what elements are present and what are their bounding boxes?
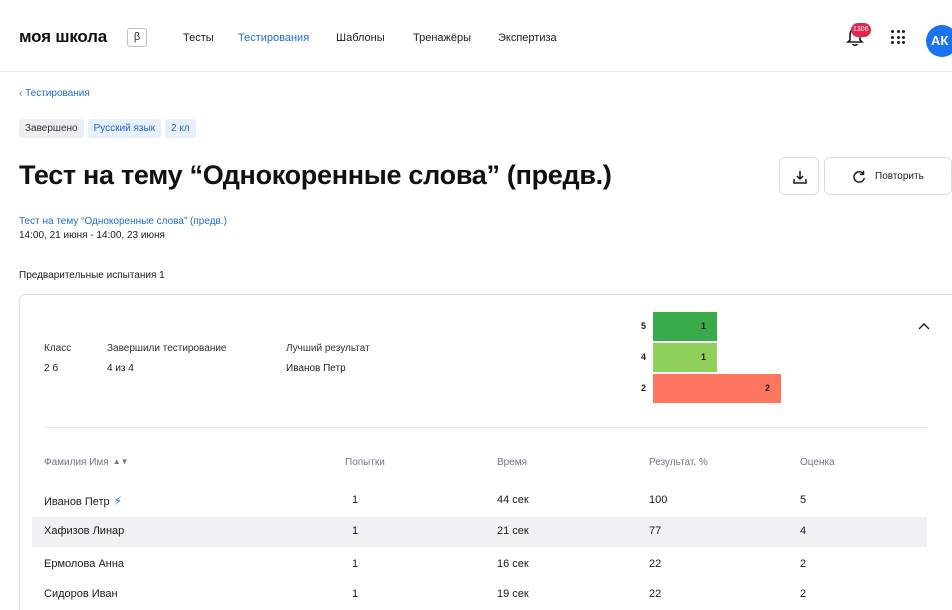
best-result-label: Лучший результат xyxy=(286,343,370,354)
section-label: Предварительные испытания 1 xyxy=(19,270,165,281)
attempts-cell: 1 xyxy=(352,525,359,537)
student-name: Ермолова Анна xyxy=(44,558,125,570)
column-header-name[interactable]: Фамилия Имя ▲▼ xyxy=(44,457,129,468)
result-cell: 22 xyxy=(649,588,662,600)
chevron-up-icon[interactable] xyxy=(917,321,931,331)
divider xyxy=(44,427,928,428)
grade-level-tag: 2 кл xyxy=(165,119,196,138)
repeat-button-label: Повторить xyxy=(875,171,924,182)
time-cell: 16 сек xyxy=(497,558,529,570)
notification-count-badge: 1306 xyxy=(851,23,871,37)
best-result-value: Иванов Петр xyxy=(286,363,346,374)
nav-expertise[interactable]: Экспертиза xyxy=(498,32,557,44)
test-dates: 14:00, 21 июня - 14:00, 23 июня xyxy=(19,230,165,241)
page-title: Тест на тему “Однокоренные слова” (предв… xyxy=(19,160,612,190)
time-cell: 44 сек xyxy=(497,494,529,506)
logo[interactable]: моя школа xyxy=(19,27,107,47)
avatar[interactable]: АК xyxy=(926,25,952,57)
column-header-attempts: Попытки xyxy=(345,457,385,468)
attempts-cell: 1 xyxy=(352,494,359,506)
chart-bar xyxy=(653,374,781,403)
grade-cell: 2 xyxy=(800,558,807,570)
student-name: Хафизов Линар xyxy=(44,525,125,537)
nav-testing[interactable]: Тестирования xyxy=(238,32,309,44)
chart-bar-value: 1 xyxy=(701,352,707,362)
result-cell: 22 xyxy=(649,558,662,570)
status-tag: Завершено xyxy=(19,119,84,138)
table-row[interactable]: Ермолова Анна 1 16 сек 22 2 xyxy=(32,550,927,580)
attempts-cell: 1 xyxy=(352,558,359,570)
column-header-time: Время xyxy=(497,457,528,468)
class-value: 2 б xyxy=(44,363,59,374)
repeat-button[interactable]: Повторить xyxy=(824,157,952,195)
student-name: Сидоров Иван xyxy=(44,588,118,600)
grade-cell: 5 xyxy=(800,494,807,506)
chart-grade-label: 2 xyxy=(640,383,646,393)
table-row[interactable]: Хафизов Линар 1 21 сек 77 4 xyxy=(32,517,927,547)
download-button[interactable] xyxy=(779,157,819,195)
finished-value: 4 из 4 xyxy=(107,363,134,374)
top-header: моя школа β Тесты Тестирования Шаблоны Т… xyxy=(0,0,952,72)
table-row[interactable]: Сидоров Иван 1 19 сек 22 2 xyxy=(32,580,927,610)
nav-tests[interactable]: Тесты xyxy=(183,32,214,44)
time-cell: 21 сек xyxy=(497,525,529,537)
grade-cell: 4 xyxy=(800,525,807,537)
refresh-icon xyxy=(853,170,866,183)
chart-grade-label: 5 xyxy=(640,321,646,331)
test-link[interactable]: Тест на тему “Однокоренные слова” (предв… xyxy=(19,216,227,227)
grade-cell: 2 xyxy=(800,588,807,600)
status-tags: Завершено Русский язык 2 кл xyxy=(19,119,196,138)
lightning-icon: ⚡ xyxy=(113,494,123,508)
result-cell: 77 xyxy=(649,525,662,537)
chart-bar xyxy=(653,343,717,372)
chart-grade-label: 4 xyxy=(640,352,646,362)
table-row[interactable]: Иванов Петр ⚡ 1 44 сек 100 5 xyxy=(32,486,927,516)
column-header-grade: Оценка xyxy=(800,457,835,468)
student-name: Иванов Петр ⚡ xyxy=(44,494,123,508)
sort-icon[interactable]: ▲▼ xyxy=(113,457,129,466)
chart-bar-value: 1 xyxy=(701,321,707,331)
chart-bar-value: 2 xyxy=(765,383,771,393)
chart-bar xyxy=(653,312,717,341)
nav-trainers[interactable]: Тренажёры xyxy=(413,32,471,44)
class-label: Класс xyxy=(44,343,72,354)
attempts-cell: 1 xyxy=(352,588,359,600)
breadcrumb-back-link[interactable]: ‹ Тестирования xyxy=(19,88,90,99)
subject-tag: Русский язык xyxy=(87,119,162,138)
column-header-result: Результат, % xyxy=(649,457,708,468)
finished-label: Завершили тестирование xyxy=(107,343,227,354)
result-cell: 100 xyxy=(649,494,668,506)
beta-badge: β xyxy=(127,28,147,47)
apps-grid-icon[interactable] xyxy=(891,30,905,44)
time-cell: 19 сек xyxy=(497,588,529,600)
nav-templates[interactable]: Шаблоны xyxy=(336,32,385,44)
download-icon xyxy=(793,171,807,184)
